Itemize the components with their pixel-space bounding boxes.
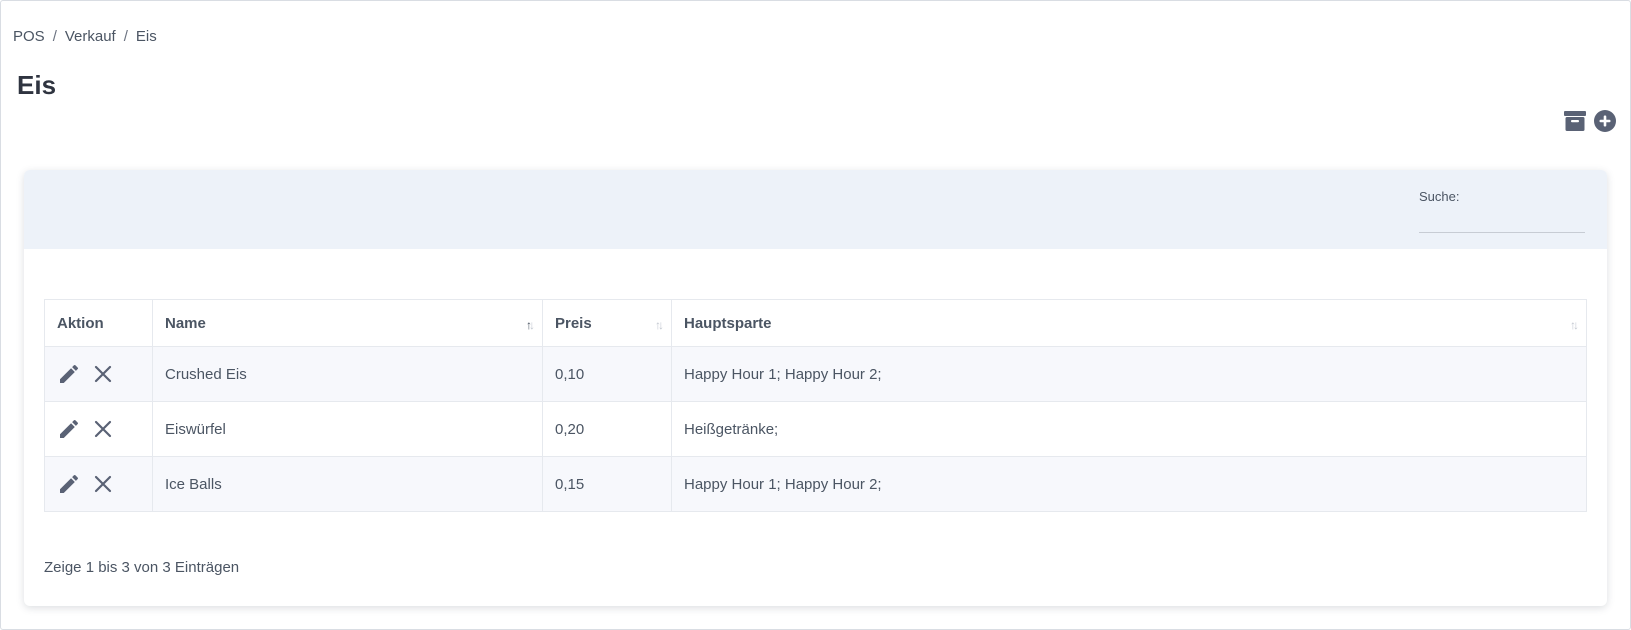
pencil-icon[interactable] xyxy=(57,417,81,441)
card-header: Suche: xyxy=(24,170,1607,249)
category-cell: Heißgetränke; xyxy=(671,401,1587,457)
search-label: Suche: xyxy=(1419,189,1460,204)
close-icon[interactable] xyxy=(91,417,115,441)
top-actions xyxy=(1562,108,1618,134)
pencil-icon[interactable] xyxy=(57,362,81,386)
column-header-aktion: Aktion xyxy=(44,299,153,347)
pencil-icon[interactable] xyxy=(57,472,81,496)
column-header-preis[interactable]: Preis ↑↓ xyxy=(542,299,672,347)
breadcrumb-item-pos[interactable]: POS xyxy=(13,28,45,45)
price-cell: 0,10 xyxy=(542,346,672,402)
sort-icon: ↑↓ xyxy=(1570,318,1579,332)
breadcrumb-separator: / xyxy=(52,28,57,45)
price-cell: 0,15 xyxy=(542,456,672,512)
close-icon[interactable] xyxy=(91,362,115,386)
breadcrumb-item-verkauf[interactable]: Verkauf xyxy=(65,28,116,45)
search-input[interactable] xyxy=(1419,210,1585,233)
table-info: Zeige 1 bis 3 von 3 Einträgen xyxy=(44,559,240,576)
breadcrumb: POS / Verkauf / Eis xyxy=(13,28,157,45)
table-row: Ice Balls 0,15 Happy Hour 1; Happy Hour … xyxy=(44,456,1587,512)
name-cell: Crushed Eis xyxy=(152,346,543,402)
actions-cell xyxy=(44,346,153,402)
actions-cell xyxy=(44,456,153,512)
sort-asc-icon: ↑↓ xyxy=(526,318,535,332)
sort-icon: ↑↓ xyxy=(655,318,664,332)
archive-icon[interactable] xyxy=(1562,108,1588,134)
category-cell: Happy Hour 1; Happy Hour 2; xyxy=(671,346,1587,402)
price-cell: 0,20 xyxy=(542,401,672,457)
table-row: Eiswürfel 0,20 Heißgetränke; xyxy=(44,401,1587,457)
page-title: Eis xyxy=(17,70,57,100)
table-row: Crushed Eis 0,10 Happy Hour 1; Happy Hou… xyxy=(44,346,1587,402)
table-card: Suche: Aktion Name ↑↓ Preis ↑↓ Hauptspar… xyxy=(24,170,1607,606)
column-header-hauptsparte[interactable]: Hauptsparte ↑↓ xyxy=(671,299,1587,347)
plus-circle-icon[interactable] xyxy=(1592,108,1618,134)
data-table: Aktion Name ↑↓ Preis ↑↓ Hauptsparte ↑↓ C… xyxy=(44,299,1587,512)
table-header-row: Aktion Name ↑↓ Preis ↑↓ Hauptsparte ↑↓ xyxy=(44,299,1587,347)
name-cell: Ice Balls xyxy=(152,456,543,512)
category-cell: Happy Hour 1; Happy Hour 2; xyxy=(671,456,1587,512)
actions-cell xyxy=(44,401,153,457)
column-header-name[interactable]: Name ↑↓ xyxy=(152,299,543,347)
breadcrumb-item-eis: Eis xyxy=(135,28,157,45)
name-cell: Eiswürfel xyxy=(152,401,543,457)
breadcrumb-separator: / xyxy=(123,28,128,45)
close-icon[interactable] xyxy=(91,472,115,496)
